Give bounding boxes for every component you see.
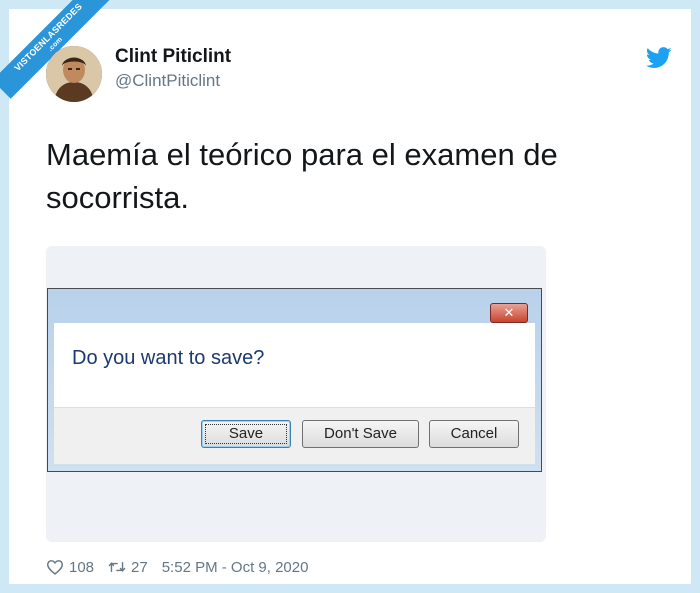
- author-name[interactable]: Clint Piticlint: [115, 46, 231, 68]
- retweet-count: 27: [131, 558, 148, 576]
- dialog-message: Do you want to save?: [72, 347, 265, 369]
- dont-save-button[interactable]: Don't Save: [302, 420, 419, 448]
- avatar[interactable]: [46, 46, 102, 102]
- heart-icon[interactable]: [46, 559, 64, 575]
- tweet-media[interactable]: ✕ Do you want to save? Save Don't Save C…: [46, 246, 546, 542]
- close-icon[interactable]: ✕: [490, 303, 528, 323]
- author-handle[interactable]: @ClintPiticlint: [115, 71, 220, 91]
- focus-ring: [205, 424, 287, 444]
- tweet-text: Maemía el teórico para el examen de soco…: [46, 137, 558, 215]
- tweet-timestamp[interactable]: 5:52 PM - Oct 9, 2020: [162, 559, 309, 576]
- like-count: 108: [69, 558, 95, 576]
- twitter-bird-icon[interactable]: [646, 47, 672, 69]
- tweet-card: VISTOENLASREDES .com Clint Piticlint @Cl…: [0, 0, 700, 593]
- retweet-icon[interactable]: [108, 559, 126, 575]
- save-button[interactable]: Save: [201, 420, 291, 448]
- dialog-footer: Save Don't Save Cancel: [54, 407, 535, 464]
- save-dialog: ✕ Do you want to save? Save Don't Save C…: [47, 288, 542, 472]
- tweet-actions: 108 27 5:52 PM - Oct 9, 2020: [46, 556, 308, 578]
- dialog-body: Do you want to save?: [54, 323, 535, 407]
- cancel-button[interactable]: Cancel: [429, 420, 519, 448]
